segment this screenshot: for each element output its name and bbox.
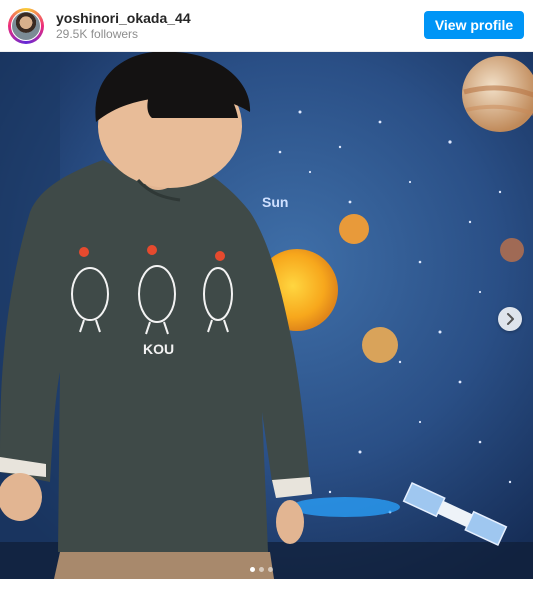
next-slide-button[interactable]: [498, 307, 522, 331]
carousel-dot: [268, 567, 273, 572]
carousel-dot: [259, 567, 264, 572]
avatar-image: [11, 11, 41, 41]
view-profile-button[interactable]: View profile: [424, 11, 524, 39]
carousel-dot: [250, 567, 255, 572]
follower-count: 29.5K followers: [56, 27, 139, 41]
post-header: yoshinori_okada_44 29.5K followers View …: [0, 0, 533, 52]
username[interactable]: yoshinori_okada_44: [56, 10, 191, 26]
poster-label-sun: Sun: [262, 194, 288, 210]
avatar[interactable]: [8, 8, 44, 44]
shirt-text: KOU: [143, 341, 174, 357]
carousel-indicator: [250, 567, 273, 572]
post-photo[interactable]: Sun KOU: [0, 52, 533, 579]
photo-illustration: Sun KOU: [0, 52, 533, 579]
chevron-right-icon: [507, 313, 514, 325]
